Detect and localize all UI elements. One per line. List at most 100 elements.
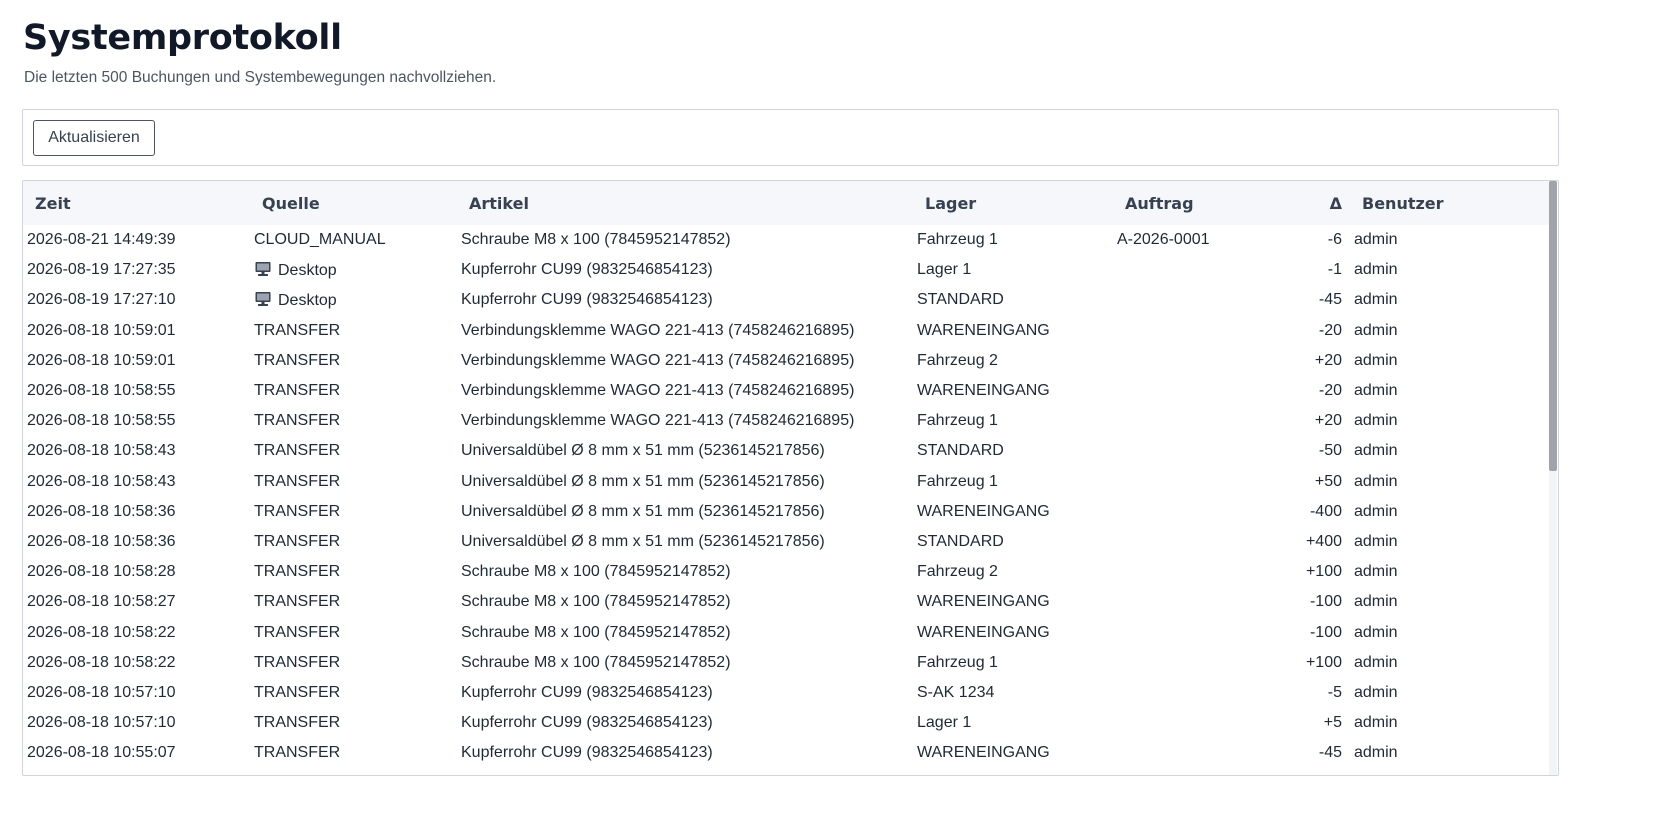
cell-source: Desktop [250,285,457,315]
cell-article: Schraube M8 x 100 (7845952147852) [457,225,913,255]
cell-user: admin [1350,436,1550,466]
cell-warehouse: WARENEINGANG [913,376,1113,406]
cell-delta-text: -45 [1318,291,1342,309]
cell-delta: -45 [1273,738,1350,768]
cell-article-text: Schraube M8 x 100 (7845952147852) [461,563,731,581]
cell-article-text: Universaldübel Ø 8 mm x 51 mm (523614521… [461,442,825,460]
cell-time-text: 2026-08-18 10:58:36 [27,502,176,520]
cell-article: Verbindungsklemme WAGO 221-413 (74582462… [457,316,913,346]
table-row[interactable]: 2026-08-18 10:55:07 TRANSFER Kupferrohr CU… [23,738,1550,768]
table-row[interactable]: 2026-08-18 10:58:55 TRANSFER Verbindungskl… [23,376,1550,406]
table-row[interactable]: 2026-08-18 10:58:22 TRANSFER Schraube M8 x… [23,648,1550,678]
cell-delta-text: -400 [1309,502,1342,520]
column-header-user[interactable]: Benutzer [1350,181,1550,225]
cell-user-text: admin [1354,502,1398,520]
cell-source-text: TRANSFER [254,532,341,550]
cell-order [1113,316,1273,346]
table-row[interactable]: 2026-08-18 10:58:43 TRANSFER Universaldübe… [23,467,1550,497]
table-row[interactable]: 2026-08-18 10:58:55 TRANSFER Verbindungskl… [23,406,1550,436]
cell-user: admin [1350,285,1550,315]
cell-time: 2026-08-18 10:57:10 [23,708,250,738]
cell-warehouse-text: Lager 1 [917,714,972,732]
cell-user: admin [1350,376,1550,406]
cell-delta-text: +100 [1305,563,1342,581]
cell-warehouse: STANDARD [913,436,1113,466]
cell-source-text: CLOUD_MANUAL [254,231,386,249]
table-row[interactable]: 2026-08-18 10:59:01 TRANSFER Verbindungskl… [23,346,1550,376]
table-row[interactable]: 2026-08-19 17:27:35 Desktop Kupferrohr CU9… [23,255,1550,285]
table-row[interactable]: 2026-08-18 10:58:36 TRANSFER Universaldübe… [23,527,1550,557]
cell-order [1113,406,1273,436]
log-table: Zeit Quelle Artikel Lager Auftrag Δ Benu… [23,181,1550,768]
cell-order [1113,346,1273,376]
cell-delta-text: -100 [1309,593,1342,611]
table-row[interactable]: 2026-08-18 10:57:10 TRANSFER Kupferrohr CU… [23,678,1550,708]
vertical-scrollbar[interactable] [1549,181,1557,775]
cell-article: Universaldübel Ø 8 mm x 51 mm (523614521… [457,436,913,466]
scrollbar-thumb[interactable] [1549,181,1557,471]
cell-order [1113,587,1273,617]
cell-delta: -100 [1273,617,1350,647]
cell-warehouse: S-AK 1234 [913,678,1113,708]
table-row[interactable]: 2026-08-18 10:58:43 TRANSFER Universaldübe… [23,436,1550,466]
cell-delta-text: +100 [1305,653,1342,671]
cell-time-text: 2026-08-21 14:49:39 [27,231,176,249]
cell-user: admin [1350,467,1550,497]
log-table-container[interactable]: Zeit Quelle Artikel Lager Auftrag Δ Benu… [22,180,1559,776]
cell-time-text: 2026-08-18 10:58:43 [27,472,176,490]
cell-article-text: Universaldübel Ø 8 mm x 51 mm (523614521… [461,502,825,520]
cell-user-text: admin [1354,412,1398,430]
table-row[interactable]: 2026-08-18 10:58:27 TRANSFER Schraube M8 x… [23,587,1550,617]
cell-order [1113,557,1273,587]
cell-order [1113,285,1273,315]
cell-delta: -45 [1273,285,1350,315]
table-row[interactable]: 2026-08-19 17:27:10 Desktop Kupferrohr CU9… [23,285,1550,315]
cell-time: 2026-08-18 10:58:55 [23,376,250,406]
column-header-source[interactable]: Quelle [250,181,457,225]
cell-article: Kupferrohr CU99 (9832546854123) [457,738,913,768]
cell-article-text: Verbindungsklemme WAGO 221-413 (74582462… [461,412,855,430]
cell-delta-text: -6 [1327,231,1342,249]
refresh-button[interactable]: Aktualisieren [33,120,155,156]
cell-user-text: admin [1354,231,1398,249]
table-row[interactable]: 2026-08-18 10:57:10 TRANSFER Kupferrohr CU… [23,708,1550,738]
cell-delta-text: -20 [1318,321,1342,339]
cell-time: 2026-08-18 10:58:43 [23,467,250,497]
cell-article-text: Schraube M8 x 100 (7845952147852) [461,593,731,611]
cell-user-text: admin [1354,714,1398,732]
cell-delta: -20 [1273,376,1350,406]
desktop-computer-icon [254,291,272,307]
cell-source-text: TRANSFER [254,472,341,490]
cell-user: admin [1350,648,1550,678]
table-row[interactable]: 2026-08-18 10:59:01 TRANSFER Verbindungskl… [23,316,1550,346]
cell-source-text: TRANSFER [254,321,341,339]
cell-time: 2026-08-18 10:58:22 [23,617,250,647]
cell-source: TRANSFER [250,316,457,346]
cell-delta-text: -1 [1327,261,1342,279]
cell-warehouse: Fahrzeug 1 [913,467,1113,497]
cell-warehouse-text: STANDARD [917,291,1004,309]
cell-user-text: admin [1354,442,1398,460]
column-header-time[interactable]: Zeit [23,181,250,225]
cell-article-text: Universaldübel Ø 8 mm x 51 mm (523614521… [461,532,825,550]
cell-user: admin [1350,738,1550,768]
cell-delta: +5 [1273,708,1350,738]
column-header-article[interactable]: Artikel [457,181,913,225]
cell-article-text: Universaldübel Ø 8 mm x 51 mm (523614521… [461,472,825,490]
table-row[interactable]: 2026-08-18 10:58:22 TRANSFER Schraube M8 x… [23,617,1550,647]
column-header-order[interactable]: Auftrag [1113,181,1273,225]
cell-user-text: admin [1354,623,1398,641]
table-row[interactable]: 2026-08-18 10:58:36 TRANSFER Universaldübe… [23,497,1550,527]
cell-warehouse-text: STANDARD [917,442,1004,460]
cell-delta: -20 [1273,316,1350,346]
cell-source: TRANSFER [250,738,457,768]
cell-source: TRANSFER [250,497,457,527]
column-header-warehouse[interactable]: Lager [913,181,1113,225]
cell-warehouse: WARENEINGANG [913,497,1113,527]
table-row[interactable]: 2026-08-21 14:49:39 CLOUD_MANUAL Schraube … [23,225,1550,255]
cell-time-text: 2026-08-18 10:57:10 [27,683,176,701]
table-row[interactable]: 2026-08-18 10:58:28 TRANSFER Schraube M8 x… [23,557,1550,587]
cell-article: Kupferrohr CU99 (9832546854123) [457,678,913,708]
column-header-delta[interactable]: Δ [1273,181,1350,225]
cell-source: TRANSFER [250,406,457,436]
